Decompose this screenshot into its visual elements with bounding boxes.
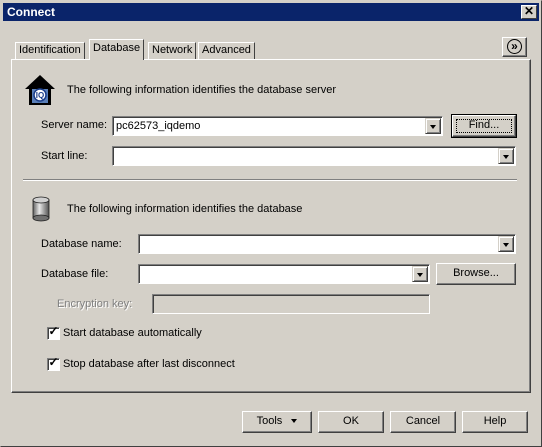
ok-button-label: OK: [343, 415, 359, 427]
close-button[interactable]: ✕: [521, 5, 537, 19]
start-line-dropdown-button[interactable]: [498, 148, 514, 164]
start-database-automatically-label[interactable]: Start database automatically: [63, 327, 202, 339]
database-name-dropdown-button[interactable]: [498, 236, 514, 252]
tools-button-inner: Tools: [243, 412, 311, 432]
chevron-down-icon: [291, 419, 298, 424]
server-section-heading: The following information identifies the…: [67, 84, 337, 96]
tab-network[interactable]: Network: [148, 42, 197, 59]
browse-button[interactable]: Browse...: [436, 263, 516, 285]
checkmark-icon: ✓: [48, 355, 59, 369]
database-file-label: Database file:: [41, 268, 109, 280]
svg-text:IQ: IQ: [36, 91, 44, 100]
connect-dialog: Connect ✕ Identification Database Networ…: [0, 0, 542, 447]
expand-icon: »: [507, 39, 522, 54]
database-name-label: Database name:: [41, 238, 122, 250]
stop-database-after-disconnect-label[interactable]: Stop database after last disconnect: [63, 358, 235, 370]
tab-advanced-label: Advanced: [202, 44, 251, 56]
database-section-heading: The following information identifies the…: [67, 203, 303, 215]
tools-button-label: Tools: [256, 415, 283, 427]
stop-database-after-disconnect-checkbox[interactable]: ✓: [47, 355, 60, 371]
server-name-label: Server name:: [41, 119, 108, 131]
encryption-key-field: [152, 294, 430, 314]
database-name-combo[interactable]: [138, 234, 516, 254]
server-name-dropdown-button[interactable]: [425, 118, 441, 134]
tab-advanced[interactable]: Advanced: [198, 42, 255, 59]
help-button[interactable]: Help: [462, 411, 528, 433]
database-tab-panel: [11, 59, 531, 393]
start-line-label: Start line:: [41, 150, 88, 162]
browse-button-label: Browse...: [453, 267, 499, 279]
tab-database[interactable]: Database: [89, 39, 145, 60]
start-line-combo[interactable]: [112, 146, 516, 166]
encryption-key-label: Encryption key:: [57, 298, 133, 310]
cancel-button-label: Cancel: [405, 415, 441, 427]
database-cylinder-icon: [31, 196, 51, 222]
title-bar[interactable]: Connect ✕: [3, 3, 539, 21]
window-title: Connect: [7, 5, 55, 19]
database-file-combo[interactable]: [138, 264, 430, 284]
cancel-button[interactable]: Cancel: [390, 411, 456, 433]
iq-server-house-icon: IQ: [23, 73, 57, 107]
tab-network-label: Network: [152, 44, 193, 56]
checkmark-icon: ✓: [48, 324, 59, 338]
start-database-automatically-checkbox[interactable]: ✓: [47, 324, 60, 340]
tools-button[interactable]: Tools: [242, 411, 312, 433]
find-button[interactable]: Find...: [451, 114, 517, 138]
close-icon: ✕: [523, 4, 535, 18]
server-name-value: pc62573_iqdemo: [116, 120, 201, 132]
expand-button[interactable]: »: [502, 37, 527, 57]
section-divider: [23, 179, 517, 181]
tab-database-label: Database: [93, 42, 141, 54]
help-button-label: Help: [483, 415, 507, 427]
server-name-combo[interactable]: pc62573_iqdemo: [112, 116, 443, 136]
ok-button[interactable]: OK: [318, 411, 384, 433]
tab-identification-label: Identification: [19, 44, 81, 56]
tab-identification[interactable]: Identification: [15, 42, 85, 59]
find-button-label: Find...: [453, 116, 515, 136]
database-file-dropdown-button[interactable]: [412, 266, 428, 282]
